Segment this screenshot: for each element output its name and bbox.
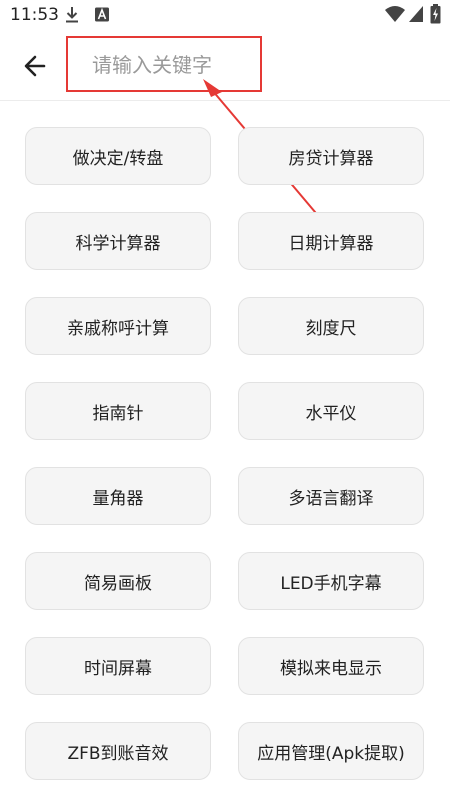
tool-button-scientific-calculator[interactable]: 科学计算器 [25,212,211,270]
wifi-icon [385,6,405,22]
status-bar: 11:53 [0,0,450,32]
tool-button-mortgage-calculator[interactable]: 房贷计算器 [238,127,424,185]
tool-button-ruler[interactable]: 刻度尺 [238,297,424,355]
search-input[interactable] [92,50,252,80]
tool-button-translator[interactable]: 多语言翻译 [238,467,424,525]
tool-button-compass[interactable]: 指南针 [25,382,211,440]
tool-button-drawing-board[interactable]: 简易画板 [25,552,211,610]
tool-button-protractor[interactable]: 量角器 [25,467,211,525]
battery-charging-icon [430,4,441,24]
tool-button-fake-call[interactable]: 模拟来电显示 [238,637,424,695]
tool-button-date-calculator[interactable]: 日期计算器 [238,212,424,270]
status-time: 11:53 [10,5,59,25]
search-header [0,32,450,101]
tool-button-relative-title-calculator[interactable]: 亲戚称呼计算 [25,297,211,355]
download-icon [66,7,78,23]
tool-button-level[interactable]: 水平仪 [238,382,424,440]
tool-button-led-subtitles[interactable]: LED手机字幕 [238,552,424,610]
tool-button-decision-wheel[interactable]: 做决定/转盘 [25,127,211,185]
tool-button-app-manager[interactable]: 应用管理(Apk提取) [238,722,424,780]
back-button[interactable] [18,50,52,82]
tool-grid: 做决定/转盘 房贷计算器 科学计算器 日期计算器 亲戚称呼计算 刻度尺 指南针 … [0,100,450,800]
tool-button-payment-sound[interactable]: ZFB到账音效 [25,722,211,780]
cellular-signal-icon [409,6,423,22]
back-arrow-icon [24,55,46,77]
tool-button-time-screen[interactable]: 时间屏幕 [25,637,211,695]
font-app-icon [95,7,109,22]
